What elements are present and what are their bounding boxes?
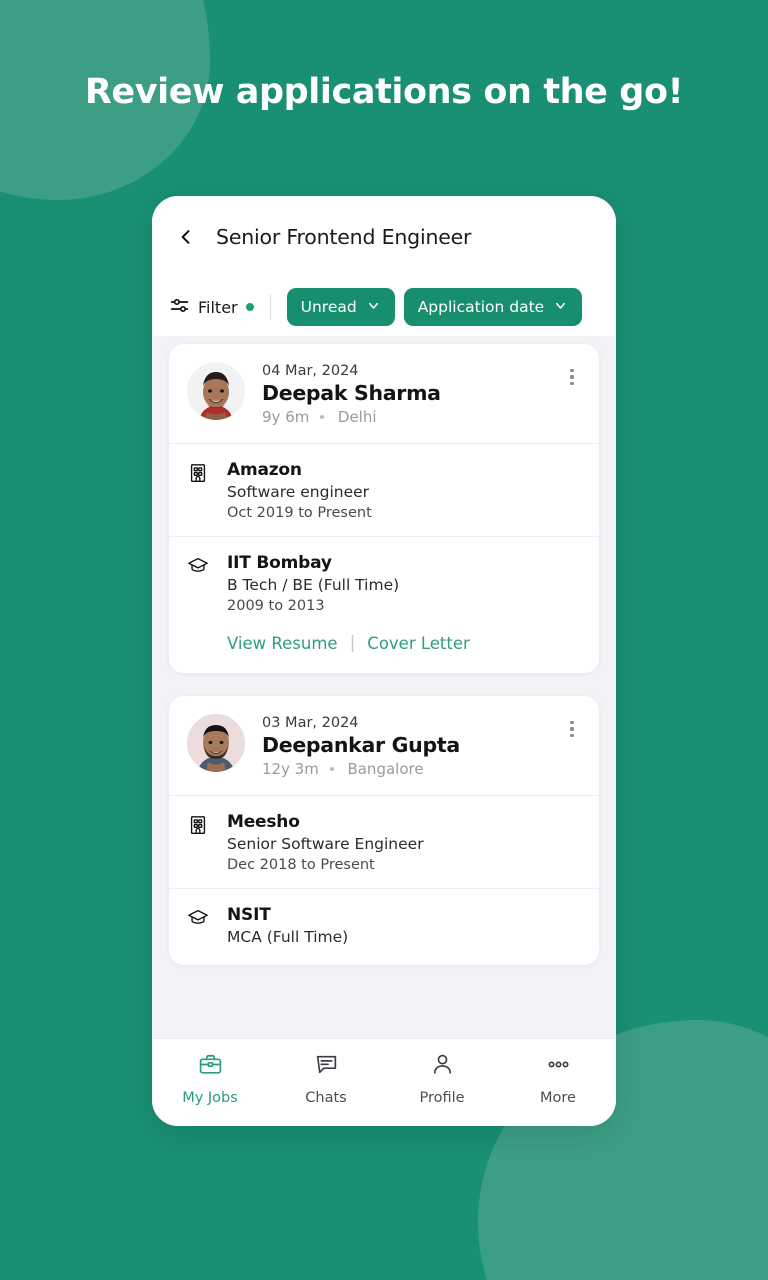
candidate-meta: 12y 3m Bangalore [262,760,544,778]
nav-item-chats[interactable]: Chats [268,1052,384,1106]
card-links: View Resume | Cover Letter [169,629,599,673]
filter-bar: Filter Unread Application date [152,278,616,336]
filter-button[interactable]: Filter [169,295,254,320]
employment-dates: Dec 2018 to Present [227,857,375,873]
filter-pill-unread-label: Unread [300,298,357,316]
three-circles-icon [546,1052,571,1081]
education-block: NSIT MCA (Full Time) [169,888,599,965]
candidate-meta: 9y 6m Delhi [262,408,544,426]
avatar [187,362,245,420]
filter-pill-unread[interactable]: Unread [286,288,395,326]
sliders-icon [169,295,190,320]
chevron-down-icon [366,298,381,317]
view-resume-link[interactable]: View Resume [227,634,338,653]
candidate-experience: 9y 6m [262,408,310,426]
nav-label: Chats [305,1090,347,1106]
meta-separator-dot [320,414,325,419]
experience-block: Meesho Senior Software Engineer Dec 2018… [169,796,599,888]
candidate-location: Delhi [337,408,377,426]
candidate-header: 03 Mar, 2024 Deepankar Gupta 12y 3m Bang… [169,696,599,796]
link-separator: | [349,633,356,653]
filter-label: Filter [198,297,238,317]
chevron-down-icon [553,298,568,317]
filter-pill-application-date[interactable]: Application date [403,288,583,326]
avatar [187,714,245,772]
building-icon [187,812,211,873]
job-role: Senior Software Engineer [227,835,424,853]
bottom-navigation: My Jobs Chats Profile More [152,1038,616,1126]
back-icon[interactable] [174,225,198,249]
kebab-menu-icon[interactable] [561,364,583,390]
candidate-name: Deepak Sharma [262,381,441,405]
candidate-header: 04 Mar, 2024 Deepak Sharma 9y 6m Delhi [169,344,599,444]
chat-bubble-icon [314,1052,339,1081]
degree-name: MCA (Full Time) [227,928,349,946]
candidate-location: Bangalore [347,760,424,778]
institute-name: NSIT [227,905,271,925]
meta-separator-dot [329,766,334,771]
nav-item-profile[interactable]: Profile [384,1052,500,1106]
app-bar: Senior Frontend Engineer [152,196,616,278]
education-dates: 2009 to 2013 [227,598,325,614]
nav-label: More [540,1090,576,1106]
graduation-cap-icon [187,553,211,614]
application-date: 04 Mar, 2024 [262,363,359,379]
divider [269,294,271,320]
education-block: IIT Bombay B Tech / BE (Full Time) 2009 … [169,536,599,629]
filter-pill-application-date-label: Application date [417,298,545,316]
nav-label: My Jobs [182,1090,238,1106]
briefcase-icon [198,1052,223,1081]
application-card[interactable]: 03 Mar, 2024 Deepankar Gupta 12y 3m Bang… [169,696,599,965]
application-card[interactable]: 04 Mar, 2024 Deepak Sharma 9y 6m Delhi A… [169,344,599,673]
kebab-menu-icon[interactable] [561,716,583,742]
candidate-name: Deepankar Gupta [262,733,460,757]
phone-mockup: Senior Frontend Engineer Filter Unread A… [152,196,616,1126]
degree-name: B Tech / BE (Full Time) [227,576,400,594]
company-name: Amazon [227,460,302,480]
cover-letter-link[interactable]: Cover Letter [367,634,470,653]
institute-name: IIT Bombay [227,553,332,573]
nav-item-my-jobs[interactable]: My Jobs [152,1052,268,1106]
employment-dates: Oct 2019 to Present [227,505,372,521]
job-role: Software engineer [227,483,370,501]
candidate-experience: 12y 3m [262,760,319,778]
nav-label: Profile [419,1090,465,1106]
graduation-cap-icon [187,905,211,950]
application-list[interactable]: 04 Mar, 2024 Deepak Sharma 9y 6m Delhi A… [152,336,616,1038]
person-icon [430,1052,455,1081]
application-date: 03 Mar, 2024 [262,715,359,731]
building-icon [187,460,211,521]
promo-headline: Review applications on the go! [84,72,684,112]
page-title: Senior Frontend Engineer [216,225,472,249]
nav-item-more[interactable]: More [500,1052,616,1106]
company-name: Meesho [227,812,300,832]
filter-active-dot [245,303,254,311]
experience-block: Amazon Software engineer Oct 2019 to Pre… [169,444,599,536]
